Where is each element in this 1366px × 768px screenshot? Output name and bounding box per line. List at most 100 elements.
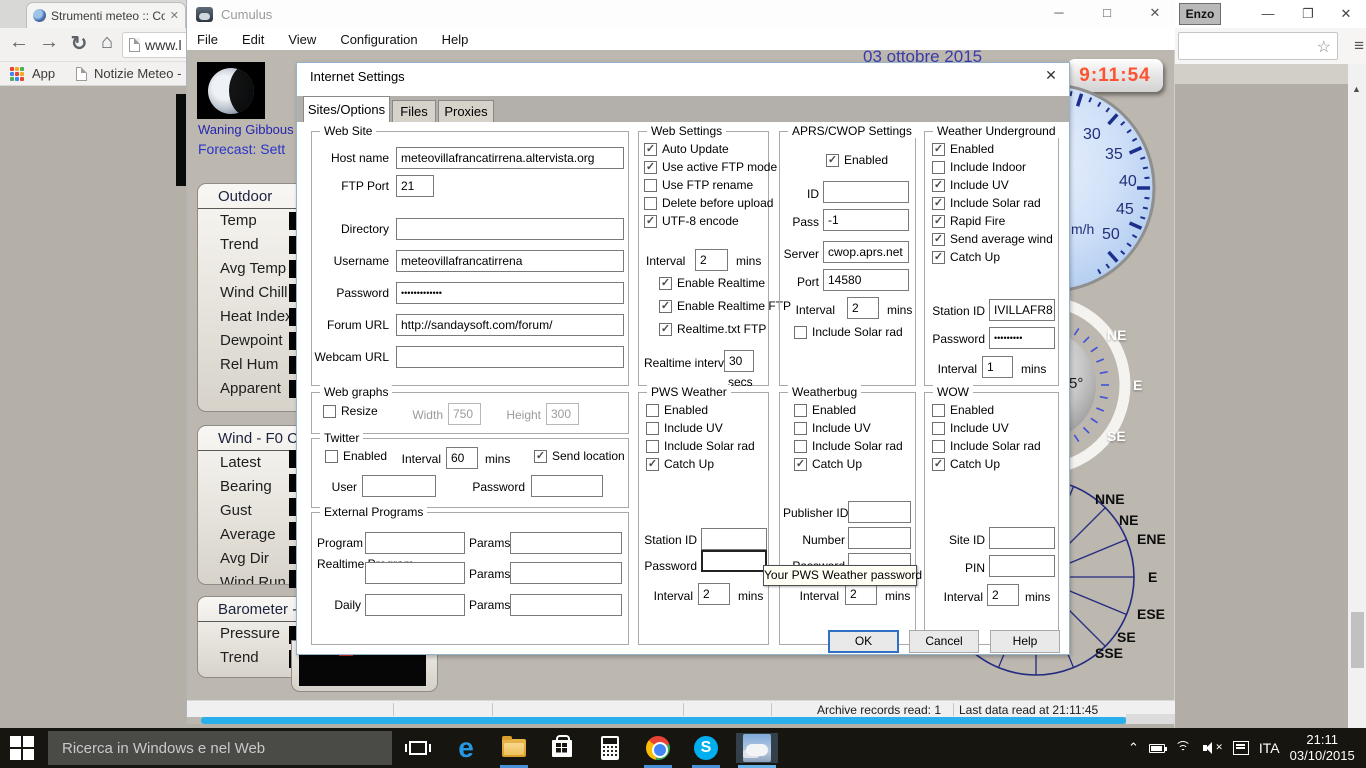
menu-view[interactable]: View (288, 32, 316, 47)
checkbox-enabled[interactable]: ✓Enabled (932, 142, 1053, 156)
tray-chevron-icon[interactable]: ⌃ (1128, 740, 1139, 756)
checkbox-utf-8-encode[interactable]: ✓UTF-8 encode (644, 214, 777, 228)
wifi-icon[interactable] (1175, 741, 1193, 755)
checkbox-enabled[interactable]: Enabled (932, 403, 1041, 417)
maximize-icon[interactable]: □ (1085, 0, 1129, 26)
menu-configuration[interactable]: Configuration (340, 32, 417, 47)
menu-help[interactable]: Help (442, 32, 469, 47)
checkbox-realtime-txt-ftp[interactable]: ✓Realtime.txt FTP (659, 322, 791, 336)
checkbox-include-uv[interactable]: ✓Include UV (932, 178, 1053, 192)
checkbox-box[interactable] (644, 197, 657, 210)
checkbox-resize[interactable]: Resize (323, 404, 378, 418)
menu-file[interactable]: File (197, 32, 218, 47)
checkbox-box[interactable]: ✓ (644, 161, 657, 174)
tab-proxies[interactable]: Proxies (438, 100, 494, 122)
twitter-user-field[interactable] (362, 475, 436, 497)
checkbox-box[interactable] (794, 422, 807, 435)
checkbox-enable-realtime-ftp[interactable]: ✓Enable Realtime FTP (659, 299, 791, 313)
home-icon[interactable]: ⌂ (94, 31, 120, 54)
checkbox-enabled[interactable]: Enabled (325, 449, 387, 463)
menu-hamburger-icon[interactable]: ≡ (1354, 36, 1364, 56)
checkbox-box[interactable] (794, 326, 807, 339)
help-button[interactable]: Help (990, 630, 1060, 653)
checkbox-include-uv[interactable]: Include UV (794, 421, 903, 435)
checkbox-box[interactable]: ✓ (932, 197, 945, 210)
realtime-program-field[interactable] (365, 562, 465, 584)
checkbox-box[interactable] (932, 440, 945, 453)
aprs-id-field[interactable] (823, 181, 909, 203)
checkbox-box[interactable] (646, 404, 659, 417)
store-icon[interactable] (544, 734, 580, 762)
checkbox-rapid-fire[interactable]: ✓Rapid Fire (932, 214, 1053, 228)
twitter-interval-field[interactable]: 60 (446, 447, 478, 469)
language-indicator[interactable]: ITA (1259, 740, 1280, 756)
checkbox-box[interactable] (794, 440, 807, 453)
address-bar[interactable]: www.l (122, 32, 186, 58)
checkbox-box[interactable]: ✓ (932, 215, 945, 228)
checkbox-box[interactable]: ✓ (659, 300, 672, 313)
wu-password-field[interactable]: ••••••••• (989, 327, 1055, 349)
checkbox-enabled[interactable]: ✓Enabled (826, 153, 888, 167)
enzo-scrollbar[interactable]: ▲ (1348, 64, 1366, 728)
bookmark-apps-label[interactable]: App (32, 66, 55, 81)
close-icon[interactable]: ✕ (1133, 0, 1177, 26)
checkbox-box[interactable] (644, 179, 657, 192)
start-button[interactable] (10, 736, 34, 760)
checkbox-catch-up[interactable]: ✓Catch Up (932, 457, 1041, 471)
checkbox-box[interactable]: ✓ (932, 251, 945, 264)
checkbox-box[interactable]: ✓ (644, 143, 657, 156)
checkbox-include-uv[interactable]: Include UV (932, 421, 1041, 435)
wu-interval-field[interactable]: 1 (982, 356, 1013, 378)
daily-params-field[interactable] (510, 594, 622, 616)
checkbox-delete-before-upload[interactable]: Delete before upload (644, 196, 777, 210)
checkbox-box[interactable] (932, 161, 945, 174)
program-params-field[interactable] (510, 532, 622, 554)
cumulus-taskbar-icon[interactable] (736, 733, 778, 763)
checkbox-send-average-wind[interactable]: ✓Send average wind (932, 232, 1053, 246)
wow-site-field[interactable] (989, 527, 1055, 549)
checkbox-box[interactable]: ✓ (932, 233, 945, 246)
checkbox-catch-up[interactable]: ✓Catch Up (646, 457, 755, 471)
tab-sites-options[interactable]: Sites/Options (303, 96, 390, 122)
browser-tab[interactable]: Strumenti meteo :: Costru ✕ (26, 2, 186, 28)
checkbox-use-ftp-rename[interactable]: Use FTP rename (644, 178, 777, 192)
height-field[interactable]: 300 (546, 403, 579, 425)
aprs-interval-field[interactable]: 2 (847, 297, 879, 319)
checkbox-auto-update[interactable]: ✓Auto Update (644, 142, 777, 156)
dialog-close-icon[interactable]: ✕ (1041, 67, 1061, 84)
checkbox-catch-up[interactable]: ✓Catch Up (794, 457, 903, 471)
menu-edit[interactable]: Edit (242, 32, 264, 47)
wb-number-field[interactable] (848, 527, 911, 549)
scroll-up-icon[interactable]: ▲ (1352, 84, 1361, 94)
restore-icon[interactable]: ❐ (1293, 2, 1323, 26)
pws-interval-field[interactable]: 2 (698, 583, 730, 605)
reload-icon[interactable]: ↻ (66, 31, 92, 56)
checkbox-include-solar-rad[interactable]: Include Solar rad (646, 439, 755, 453)
realtime-interval-field[interactable]: 30 (724, 350, 754, 372)
checkbox-include-solar-rad[interactable]: ✓Include Solar rad (932, 196, 1053, 210)
ws-interval-field[interactable]: 2 (695, 249, 728, 271)
host-name-field[interactable]: meteovillafrancatirrena.altervista.org (396, 147, 624, 169)
skype-icon[interactable]: S (688, 734, 724, 762)
checkbox-box[interactable]: ✓ (932, 179, 945, 192)
checkbox-box[interactable] (646, 440, 659, 453)
checkbox-enable-realtime[interactable]: ✓Enable Realtime (659, 276, 791, 290)
realtime-params-field[interactable] (510, 562, 622, 584)
pws-station-field[interactable] (701, 528, 767, 550)
close-icon[interactable]: ✕ (1331, 2, 1361, 26)
checkbox-box[interactable]: ✓ (644, 215, 657, 228)
checkbox-send-location[interactable]: ✓Send location (534, 449, 625, 463)
action-center-icon[interactable] (1233, 741, 1249, 755)
pws-password-field[interactable] (701, 550, 767, 572)
checkbox-include-indoor[interactable]: Include Indoor (932, 160, 1053, 174)
aprs-port-field[interactable]: 14580 (823, 269, 909, 291)
checkbox-box[interactable] (325, 450, 338, 463)
checkbox-box[interactable] (794, 404, 807, 417)
wb-interval-field[interactable]: 2 (845, 583, 877, 605)
checkbox-box[interactable]: ✓ (794, 458, 807, 471)
ftp-port-field[interactable]: 21 (396, 175, 434, 197)
tray-clock[interactable]: 21:11 03/10/2015 (1290, 732, 1355, 764)
checkbox-use-active-ftp-mode[interactable]: ✓Use active FTP mode (644, 160, 777, 174)
twitter-password-field[interactable] (531, 475, 603, 497)
checkbox-box[interactable] (323, 405, 336, 418)
